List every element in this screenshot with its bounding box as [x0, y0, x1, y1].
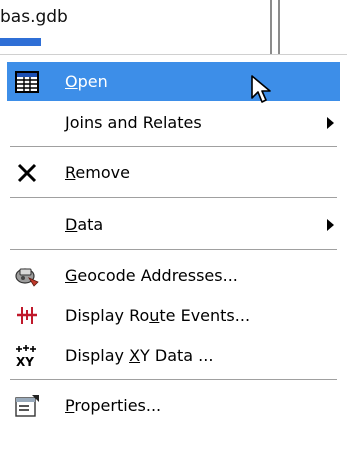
properties-icon	[13, 392, 41, 420]
submenu-arrow-icon	[327, 219, 334, 231]
menu-separator	[10, 197, 337, 199]
menu-item-properties[interactable]: Properties...	[7, 386, 340, 425]
menu-item-display-xy-data[interactable]: XY Display XY Data ...	[7, 336, 340, 375]
menu-item-joins-label: Joins and Relates	[65, 113, 202, 132]
menu-separator	[10, 146, 337, 148]
menu-item-data[interactable]: Data	[7, 205, 340, 244]
menu-item-remove[interactable]: Remove	[7, 153, 340, 192]
submenu-arrow-icon	[327, 117, 334, 129]
splitter-handle[interactable]	[266, 0, 286, 62]
mouse-pointer-icon	[251, 75, 271, 103]
geocode-icon	[13, 262, 41, 290]
catalog-item-label[interactable]: bas.gdb	[0, 7, 68, 27]
menu-item-data-label: Data	[65, 215, 104, 234]
route-events-icon	[13, 302, 41, 330]
menu-item-geocode-label: Geocode Addresses...	[65, 266, 238, 285]
menu-item-open-label: Open	[65, 72, 108, 91]
menu-item-route-events-label: Display Route Events...	[65, 306, 251, 325]
menu-item-open[interactable]: Open	[7, 62, 340, 103]
menu-item-remove-label: Remove	[65, 163, 130, 182]
menu-item-joins-and-relates[interactable]: Joins and Relates	[7, 103, 340, 142]
remove-x-icon	[13, 159, 41, 187]
svg-text:XY: XY	[16, 355, 34, 368]
menu-item-properties-label: Properties...	[65, 396, 162, 415]
menu-item-xy-data-label: Display XY Data ...	[65, 346, 214, 365]
menu-item-geocode-addresses[interactable]: Geocode Addresses...	[7, 256, 340, 295]
table-icon	[13, 68, 41, 96]
context-menu: Open Joins and Relates Remove Data Geoco…	[0, 54, 347, 459]
menu-item-display-route-events[interactable]: Display Route Events...	[7, 296, 340, 335]
menu-separator	[10, 379, 337, 381]
xy-data-icon: XY	[13, 342, 41, 370]
menu-separator	[10, 249, 337, 251]
selection-bar	[0, 38, 41, 46]
